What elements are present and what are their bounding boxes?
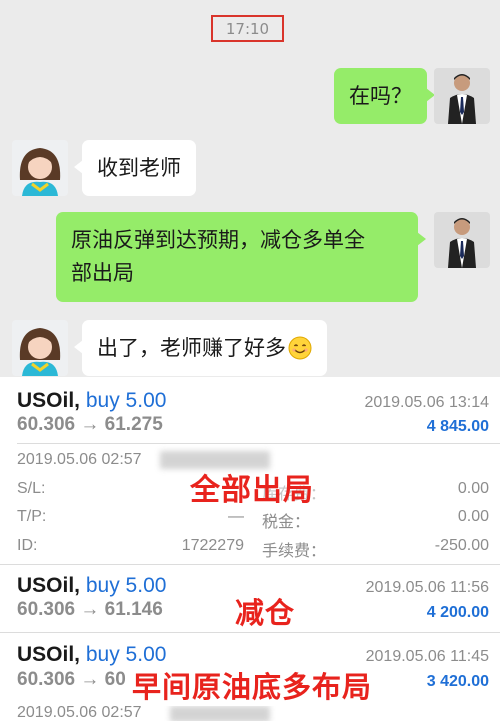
trade-side: buy 5.00: [85, 574, 167, 597]
message-text: 收到老师: [97, 155, 181, 180]
trade-symbol: USOil, buy 5.00: [17, 574, 167, 597]
redacted-region: [170, 706, 270, 721]
trade-profit: 3 420.00: [426, 673, 489, 690]
trade-side: buy 5.00: [85, 643, 167, 666]
student-avatar[interactable]: [12, 320, 68, 376]
trade-close-time: 2019.05.06 13:14: [364, 394, 489, 411]
trade-symbol: USOil, buy 5.00: [17, 389, 167, 412]
trade-prices: 60.306 → 61.275: [17, 414, 163, 435]
message-bubble-sent[interactable]: 在吗？: [334, 68, 435, 124]
message-bubble-sent[interactable]: 原油反弹到达预期，减仓多单全 部出局: [56, 212, 426, 302]
order-id-label: ID:: [17, 537, 38, 554]
message-text: 出了，老师赚了好多: [97, 335, 286, 360]
stop-loss-label: S/L:: [17, 480, 46, 497]
student-avatar[interactable]: [12, 140, 68, 196]
student-avatar-image: [12, 320, 68, 376]
divider: [17, 443, 500, 444]
message-text: 在吗？: [349, 83, 412, 108]
teacher-avatar[interactable]: [434, 212, 490, 268]
trade-side: buy 5.00: [85, 389, 167, 412]
smiling-face-emoji-icon: [288, 336, 312, 360]
swap-value: 0.00: [457, 480, 489, 497]
trade-close-time: 2019.05.06 11:56: [365, 579, 489, 596]
annotation-morning-long-setup: 早间原油底多布局: [132, 664, 373, 706]
fee-label: 手续费：: [262, 543, 327, 560]
trade-prices: 60.306 → 60: [17, 669, 126, 690]
trade-close-time: 2019.05.06 11:45: [365, 648, 489, 665]
fee-value: -250.00: [434, 537, 489, 554]
tax-value: 0.00: [457, 508, 489, 525]
take-profit-label: T/P:: [17, 508, 47, 525]
student-avatar-image: [12, 140, 68, 196]
trade-open-time: 2019.05.06 02:57: [17, 704, 142, 721]
teacher-avatar-image: [434, 212, 490, 268]
order-id-value: 1722279: [181, 537, 244, 554]
trade-open-time: 2019.05.06 02:57: [17, 451, 142, 468]
trade-prices: 60.306 → 61.146: [17, 599, 163, 620]
teacher-avatar-image: [434, 68, 490, 124]
message-bubble-received[interactable]: 收到老师: [74, 140, 196, 196]
message-text-line-2: 部出局: [71, 261, 134, 285]
message-timestamp: 17:10: [211, 15, 284, 42]
divider: [0, 632, 500, 633]
divider: [0, 564, 500, 565]
take-profit-value: —: [228, 508, 244, 525]
message-text-line-1: 原油反弹到达预期，减仓多单全: [71, 228, 365, 252]
annotation-reduce-position: 减仓: [235, 596, 296, 630]
tax-label: 税金：: [262, 514, 311, 531]
annotation-full-exit: 全部出局: [190, 473, 314, 508]
teacher-avatar[interactable]: [434, 68, 490, 124]
message-bubble-received[interactable]: 出了，老师赚了好多: [74, 320, 327, 376]
chat-panel: 17:10 在吗？ 收到老师 原油反弹到达预期，减仓多单全 部出局 出了，老师赚…: [0, 0, 500, 377]
trade-profit: 4 200.00: [426, 604, 489, 621]
trade-profit: 4 845.00: [426, 418, 489, 435]
trade-history-panel: USOil, buy 5.00 2019.05.06 13:14 60.306 …: [0, 377, 500, 721]
